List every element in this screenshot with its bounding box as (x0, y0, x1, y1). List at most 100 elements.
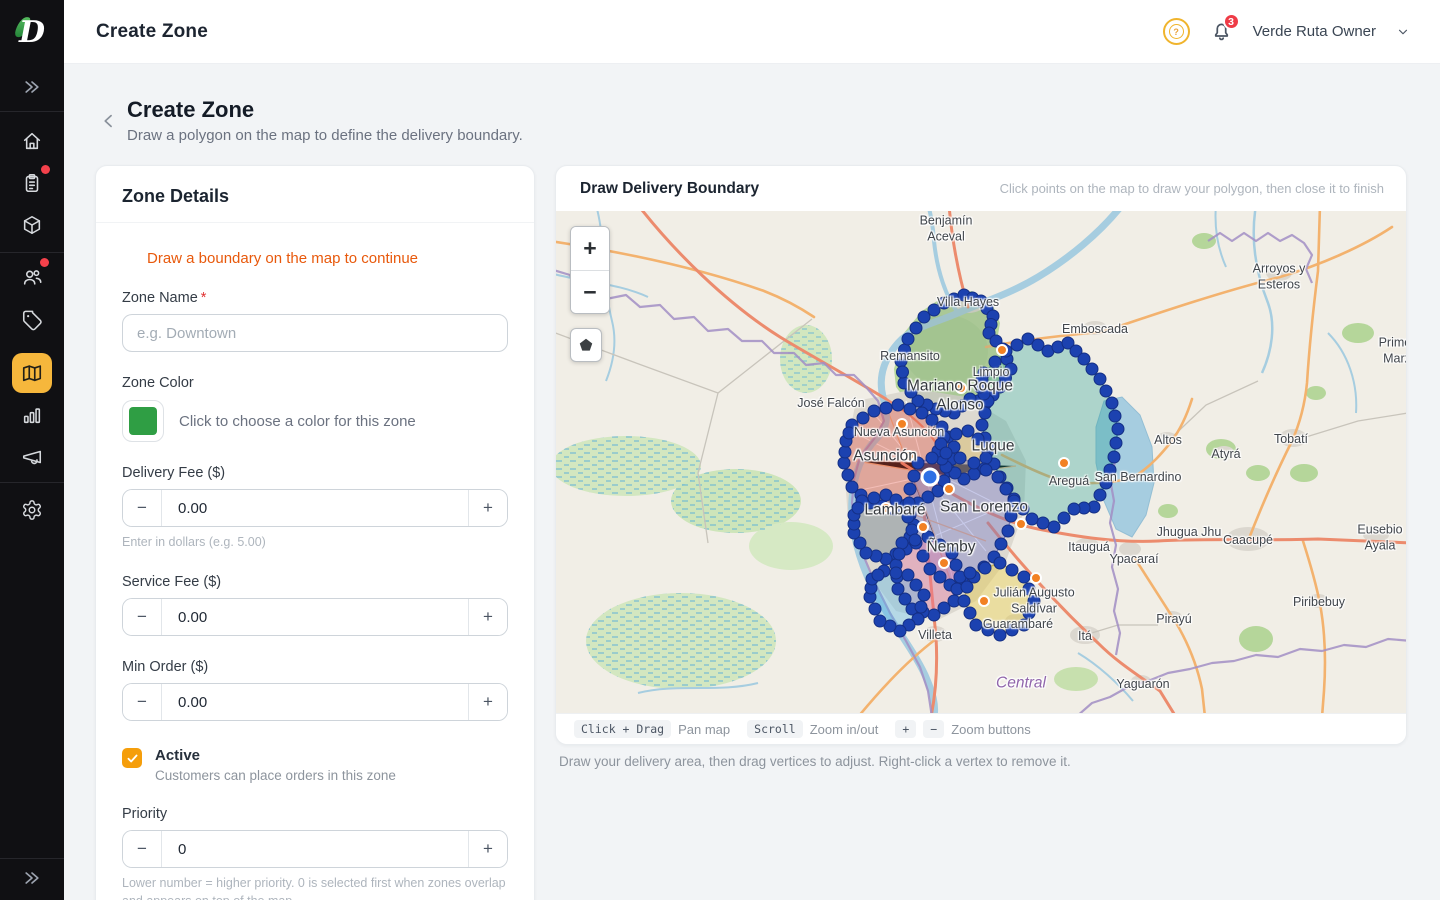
sidebar-item-marketing[interactable] (12, 437, 52, 477)
sidebar-item-settings[interactable] (12, 490, 52, 530)
notifications-button[interactable]: 3 (1210, 20, 1233, 43)
zone-vertex[interactable] (839, 446, 851, 458)
zone-vertex[interactable] (1108, 451, 1120, 463)
zone-vertex[interactable] (1005, 510, 1017, 522)
zone-vertex[interactable] (1094, 489, 1106, 501)
zone-vertex[interactable] (926, 452, 938, 464)
store-marker[interactable] (944, 484, 954, 494)
sidebar-item-tags[interactable] (12, 300, 52, 340)
zone-vertex[interactable] (1026, 513, 1038, 525)
zone-vertex[interactable] (908, 470, 920, 482)
draw-polygon-button[interactable] (570, 328, 602, 362)
zone-vertex[interactable] (1094, 373, 1106, 385)
service-fee-plus-button[interactable]: + (468, 599, 507, 635)
store-marker[interactable] (904, 451, 914, 461)
zone-vertex[interactable] (1048, 521, 1060, 533)
zone-vertex[interactable] (843, 427, 855, 439)
zone-vertex[interactable] (895, 355, 907, 367)
sidebar-item-orders[interactable] (12, 163, 52, 203)
store-marker[interactable] (881, 503, 891, 513)
zone-vertex[interactable] (995, 538, 1007, 550)
zone-vertex[interactable] (1018, 571, 1030, 583)
help-button[interactable]: ? (1163, 18, 1190, 45)
zone-vertex[interactable] (979, 562, 991, 574)
sidebar-item-products[interactable] (12, 205, 52, 245)
zone-vertex[interactable] (1023, 583, 1035, 595)
zone-vertex[interactable] (989, 356, 1001, 368)
zone-vertex[interactable] (979, 407, 991, 419)
zone-vertex[interactable] (872, 569, 884, 581)
zone-vertex[interactable] (897, 366, 909, 378)
user-menu-label[interactable]: Verde Ruta Owner (1253, 23, 1376, 40)
sidebar-collapse-button[interactable] (12, 67, 52, 107)
zone-vertex[interactable] (1100, 385, 1112, 397)
zone-vertex[interactable] (954, 452, 966, 464)
zone-vertex[interactable] (857, 412, 869, 424)
zone-vertex[interactable] (961, 581, 973, 593)
zone-vertex[interactable] (880, 402, 892, 414)
zone-vertex[interactable] (868, 405, 880, 417)
priority-input[interactable] (162, 831, 468, 867)
delivery-fee-input[interactable] (162, 490, 468, 526)
sidebar-item-customers[interactable] (12, 257, 52, 297)
zone-vertex[interactable] (1023, 607, 1035, 619)
zone-vertex[interactable] (852, 502, 864, 514)
sidebar-item-zones[interactable] (12, 353, 52, 393)
active-checkbox[interactable] (122, 748, 142, 768)
zone-vertex[interactable] (928, 609, 940, 621)
zone-vertex[interactable] (1112, 423, 1124, 435)
chevron-down-icon[interactable] (1396, 25, 1410, 39)
zone-vertex[interactable] (934, 539, 946, 551)
zone-vertex[interactable] (893, 548, 905, 560)
zone-vertex[interactable] (869, 603, 881, 615)
zone-vertex[interactable] (980, 452, 992, 464)
zone-vertex[interactable] (918, 589, 930, 601)
zone-vertex[interactable] (838, 457, 850, 469)
zone-vertex[interactable] (976, 419, 988, 431)
zone-vertex[interactable] (964, 607, 976, 619)
priority-plus-button[interactable]: + (468, 831, 507, 867)
zone-vertex[interactable] (868, 492, 880, 504)
zone-vertex[interactable] (1008, 495, 1020, 507)
min-order-input[interactable] (162, 684, 468, 720)
sidebar-expand-button[interactable] (12, 858, 52, 898)
delivery-fee-plus-button[interactable]: + (468, 490, 507, 526)
zone-vertex[interactable] (902, 511, 914, 523)
zone-vertex[interactable] (934, 571, 946, 583)
zone-vertex[interactable] (1006, 564, 1018, 576)
store-marker[interactable] (1031, 573, 1041, 583)
zone-vertex[interactable] (1106, 397, 1118, 409)
zone-vertex[interactable] (1078, 353, 1090, 365)
zone-vertex[interactable] (924, 563, 936, 575)
zone-vertex[interactable] (904, 403, 916, 415)
zone-vertex[interactable] (896, 537, 908, 549)
zone-vertex[interactable] (899, 344, 911, 356)
zone-vertex[interactable] (915, 601, 927, 613)
priority-minus-button[interactable]: − (123, 831, 162, 867)
zone-vertex[interactable] (946, 547, 958, 559)
zone-vertex[interactable] (1000, 483, 1012, 495)
delivery-fee-minus-button[interactable]: − (123, 490, 162, 526)
zone-vertex[interactable] (1104, 464, 1116, 476)
zone-vertex[interactable] (874, 615, 886, 627)
zone-vertex[interactable] (940, 447, 952, 459)
zone-vertex[interactable] (842, 469, 854, 481)
color-swatch-button[interactable] (122, 400, 164, 442)
zone-vertex[interactable] (1006, 624, 1018, 636)
zone-vertex[interactable] (994, 557, 1006, 569)
min-order-minus-button[interactable]: − (123, 684, 162, 720)
zone-name-input[interactable] (122, 314, 508, 352)
zone-vertex[interactable] (846, 481, 858, 493)
store-marker[interactable] (897, 419, 907, 429)
zone-vertex[interactable] (1086, 363, 1098, 375)
zone-vertex[interactable] (976, 374, 988, 386)
store-marker[interactable] (979, 596, 989, 606)
zone-vertex[interactable] (1058, 512, 1070, 524)
zone-vertex[interactable] (980, 464, 992, 476)
store-marker[interactable] (939, 558, 949, 568)
zone-vertex[interactable] (1018, 619, 1030, 631)
zone-vertex[interactable] (1028, 595, 1040, 607)
zone-vertex[interactable] (1100, 477, 1112, 489)
zone-vertex[interactable] (958, 595, 970, 607)
store-marker[interactable] (1016, 519, 1026, 529)
